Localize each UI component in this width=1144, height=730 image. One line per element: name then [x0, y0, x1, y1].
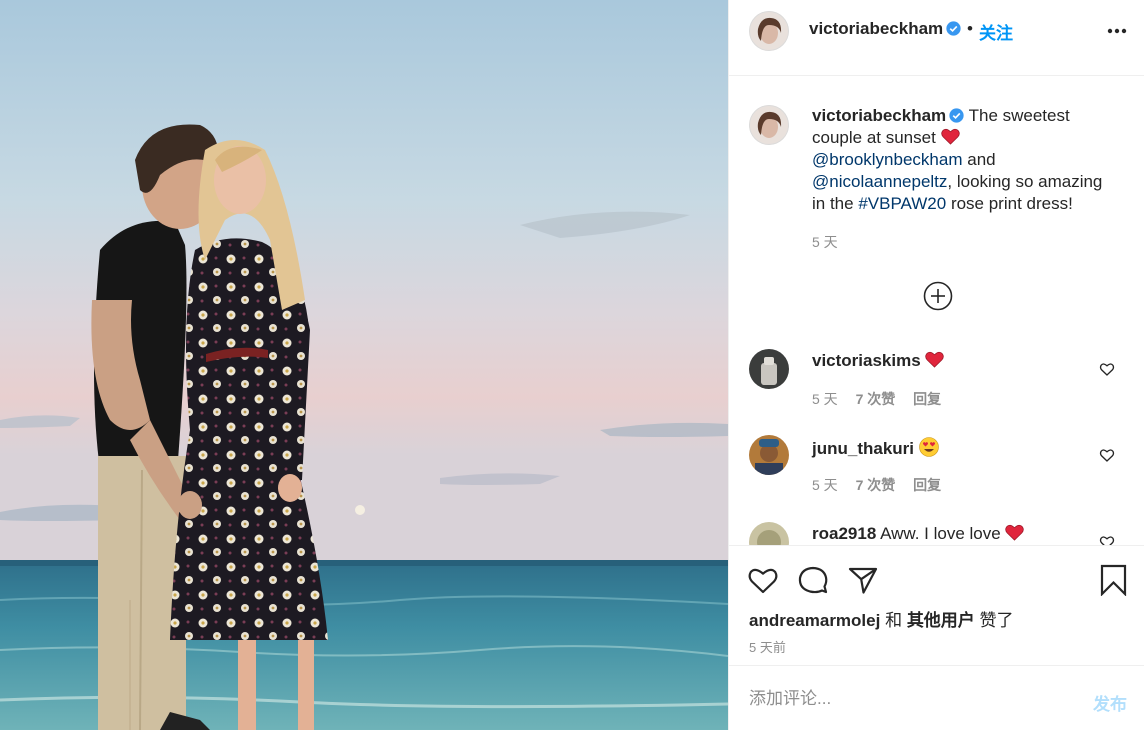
- comment-meta: 5 天 7 次赞 回复: [812, 475, 955, 495]
- verified-badge-icon: [949, 108, 964, 123]
- likes-summary: andreamarmolej 和 其他用户 赞了: [749, 606, 1014, 631]
- commenter-username[interactable]: roa2918: [812, 524, 876, 543]
- comment-body: Aww. I love love: [880, 524, 1001, 543]
- comment-meta: 5 天 7 次赞 回复: [812, 389, 955, 409]
- red-heart-emoji-icon: [940, 128, 960, 145]
- comment-item: roa2918 Aww. I love love: [729, 522, 1144, 545]
- comment-timestamp[interactable]: 5 天: [812, 477, 838, 493]
- comment-like-count[interactable]: 7 次赞: [856, 391, 896, 407]
- follow-button[interactable]: 关注: [979, 19, 1013, 44]
- comment-text: victoriaskims: [812, 351, 945, 371]
- save-bookmark-icon[interactable]: [1098, 564, 1130, 596]
- post-detail-panel: victoriabeckham • 关注 victoriabeckham The…: [728, 0, 1144, 730]
- verified-badge-icon: [946, 21, 961, 36]
- liker-username[interactable]: andreamarmolej: [749, 611, 880, 630]
- caption-text-and: and: [967, 150, 996, 169]
- comment-like-heart-icon[interactable]: [1099, 447, 1115, 463]
- more-options-icon[interactable]: [1107, 28, 1127, 34]
- commenter-avatar[interactable]: [749, 349, 789, 389]
- comment-text: roa2918 Aww. I love love: [812, 524, 1025, 544]
- caption-timestamp[interactable]: 5 天: [812, 232, 838, 252]
- sunset-couple-photo: [0, 0, 728, 730]
- comment-like-count[interactable]: 7 次赞: [856, 477, 896, 493]
- publish-button[interactable]: 发布: [1093, 690, 1127, 715]
- commenter-avatar[interactable]: [749, 435, 789, 475]
- caption-text: victoriabeckham The sweetest couple at s…: [812, 105, 1112, 215]
- caption-avatar[interactable]: [749, 105, 789, 145]
- reply-button[interactable]: 回复: [913, 477, 941, 493]
- add-comment-bar: 发布: [729, 665, 1144, 730]
- comment-timestamp[interactable]: 5 天: [812, 391, 838, 407]
- comment-bubble-icon[interactable]: [797, 564, 829, 596]
- mention-link[interactable]: @brooklynbeckham: [812, 150, 963, 169]
- commenter-username[interactable]: junu_thakuri: [812, 439, 914, 458]
- mention-link[interactable]: @nicolaannepeltz: [812, 172, 947, 191]
- like-heart-icon[interactable]: [747, 564, 779, 596]
- post-header: victoriabeckham • 关注: [729, 0, 1144, 76]
- post-photo[interactable]: [0, 0, 728, 730]
- comment-like-heart-icon[interactable]: [1099, 361, 1115, 377]
- likes-and: 和: [885, 611, 903, 630]
- caption-text-part-3: rose print dress!: [950, 194, 1073, 213]
- hashtag-link[interactable]: #VBPAW20: [858, 194, 946, 213]
- share-paper-plane-icon[interactable]: [847, 564, 879, 596]
- commenter-username[interactable]: victoriaskims: [812, 351, 921, 370]
- other-likers-link[interactable]: 其他用户: [907, 611, 975, 630]
- comment-like-heart-icon[interactable]: [1099, 534, 1115, 545]
- red-heart-emoji-icon: [1005, 524, 1025, 541]
- reply-button[interactable]: 回复: [913, 391, 941, 407]
- header-separator: •: [967, 19, 973, 38]
- likes-suffix: 赞了: [979, 611, 1014, 630]
- author-avatar[interactable]: [749, 11, 789, 51]
- comment-item: junu_thakuri 5 天 7 次赞 回复: [729, 435, 1144, 515]
- comment-item: victoriaskims 5 天 7 次赞 回复: [729, 349, 1144, 429]
- comment-text: junu_thakuri: [812, 437, 939, 459]
- post-timestamp[interactable]: 5 天前: [749, 637, 786, 656]
- heart-eyes-emoji-icon: [918, 437, 939, 457]
- author-username[interactable]: victoriabeckham: [809, 19, 961, 39]
- load-more-comments-icon[interactable]: [923, 281, 953, 311]
- red-heart-emoji-icon: [925, 351, 945, 368]
- commenter-avatar[interactable]: [749, 522, 789, 545]
- comments-list[interactable]: victoriabeckham The sweetest couple at s…: [729, 77, 1144, 545]
- caption-username[interactable]: victoriabeckham: [812, 106, 946, 125]
- post-actions: andreamarmolej 和 其他用户 赞了 5 天前: [729, 545, 1144, 665]
- comment-input[interactable]: [749, 684, 1069, 714]
